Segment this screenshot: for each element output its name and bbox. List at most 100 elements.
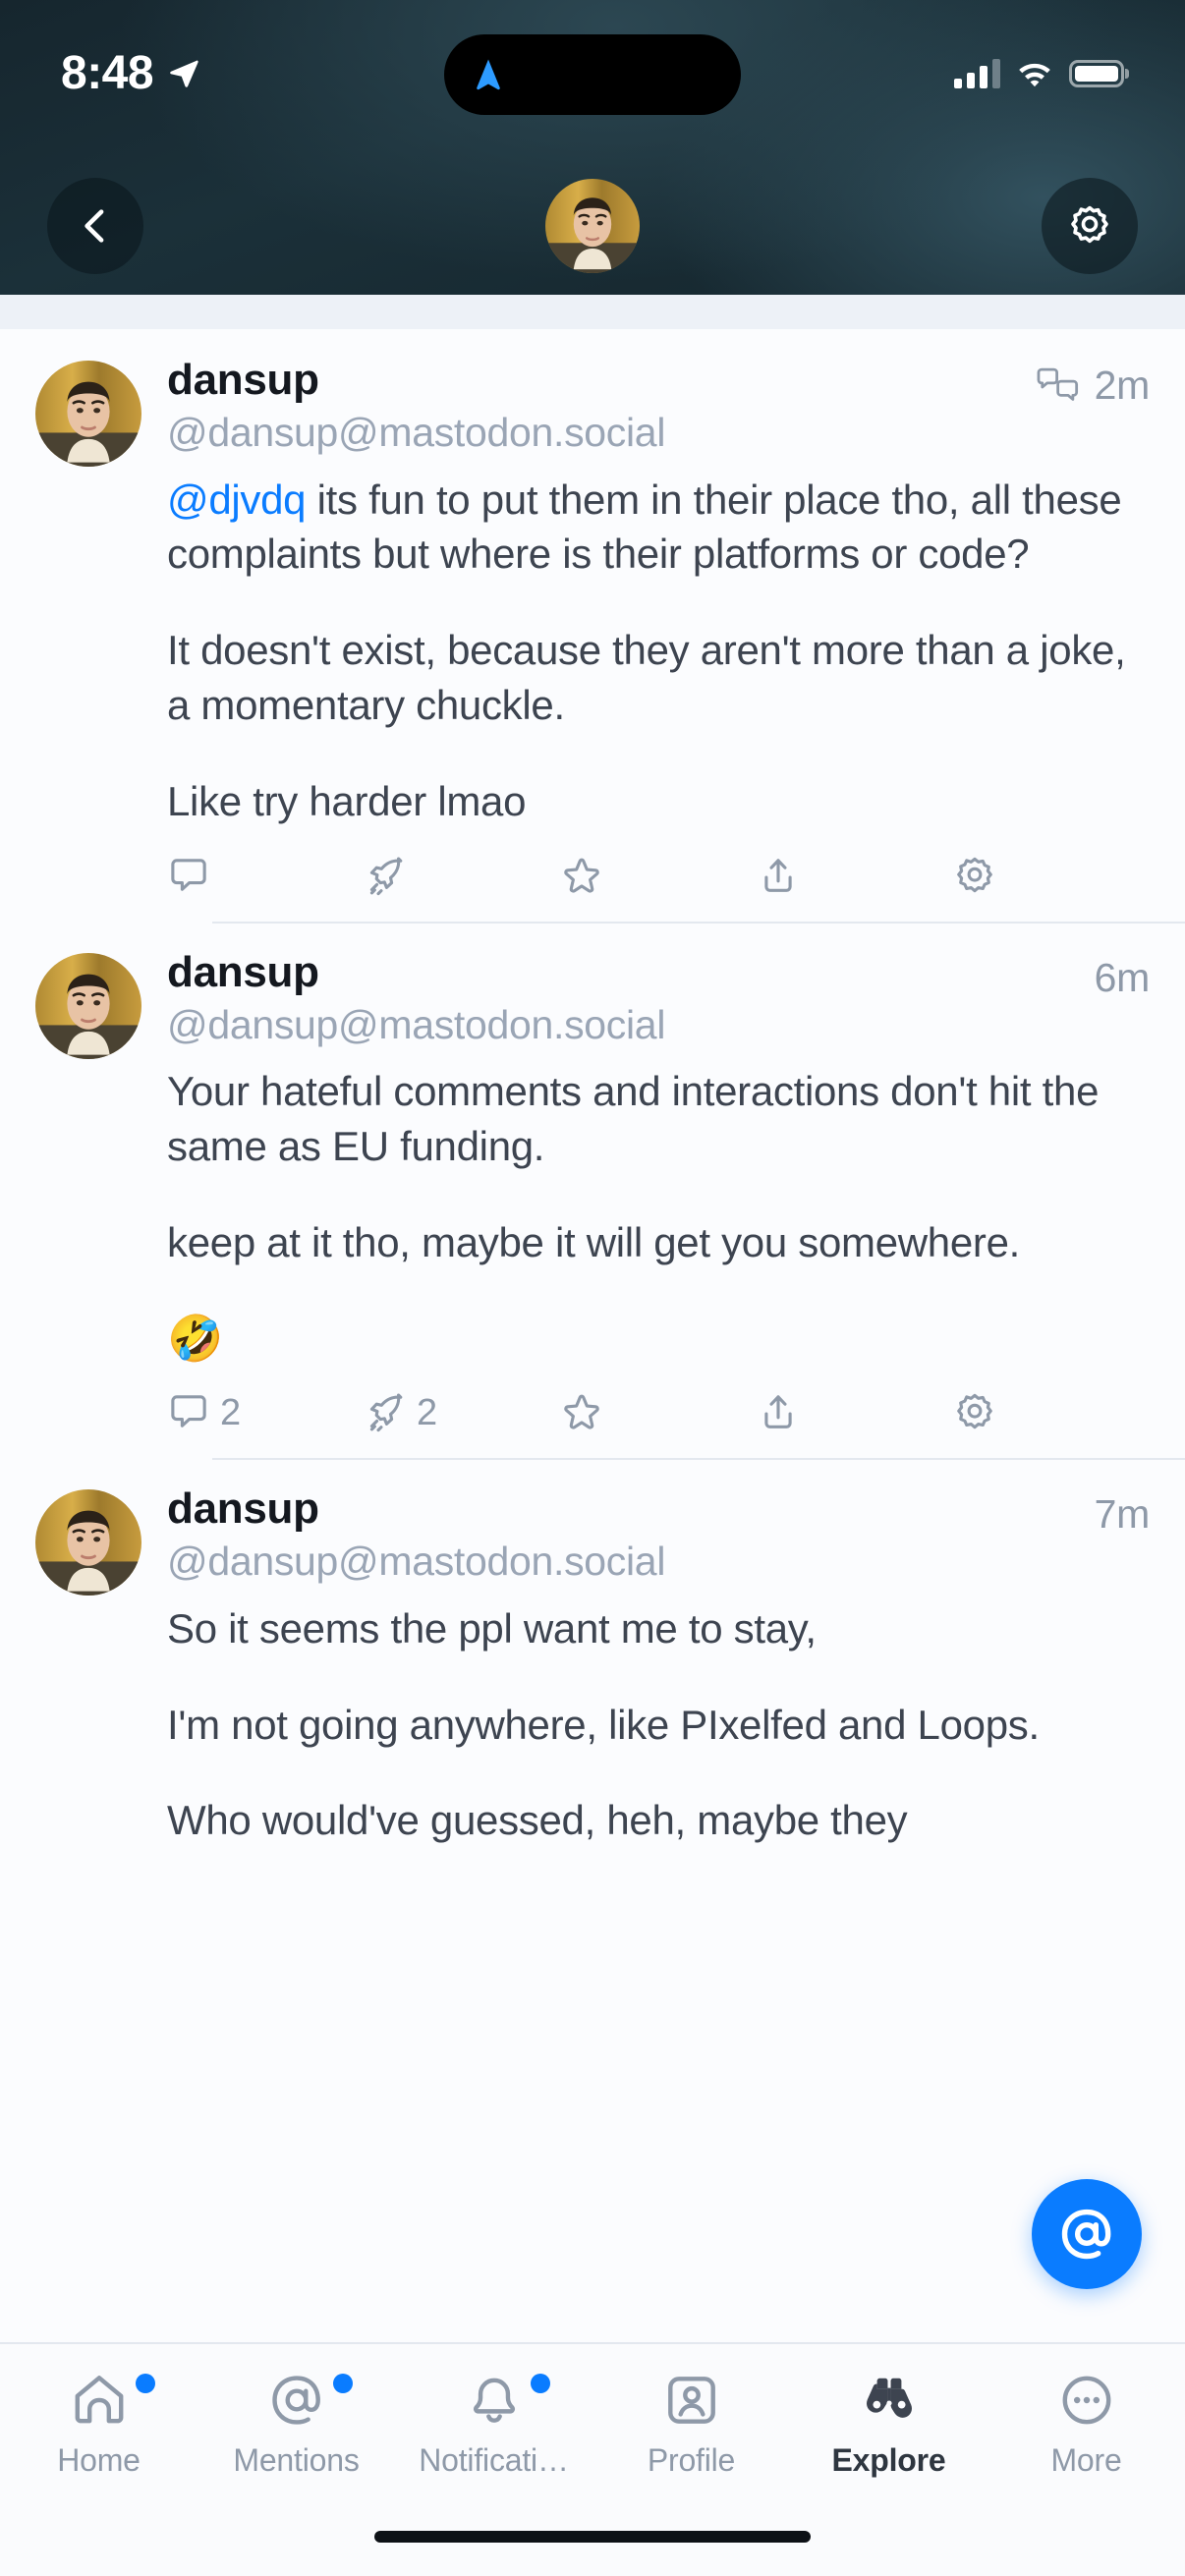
- at-sign-icon-wrap: [266, 2370, 353, 2431]
- tab-notifications-label: Notificati…: [419, 2442, 569, 2478]
- post-paragraph: So it seems the ppl want me to stay,: [167, 1604, 817, 1652]
- post-body: @djvdq its fun to put them in their plac…: [167, 473, 1150, 829]
- tab-home-label: Home: [57, 2442, 141, 2478]
- post-paragraph: It doesn't exist, because they aren't mo…: [167, 627, 1126, 729]
- binoculars-icon: [866, 2378, 912, 2418]
- mentions-badge-dot: [332, 2374, 353, 2393]
- avatar-image: [35, 952, 141, 1059]
- navigation-arrow-icon: [477, 59, 500, 90]
- post-item[interactable]: dansup @dansup@mastodon.social 7m So it …: [0, 1458, 1185, 1848]
- comment-button[interactable]: [167, 855, 364, 898]
- post-meta: 2m: [1036, 355, 1150, 409]
- cellular-signal-icon: [954, 59, 1000, 88]
- post-emoji: 🤣: [167, 1313, 223, 1364]
- share-button[interactable]: [757, 855, 953, 898]
- home-badge-dot: [135, 2374, 155, 2393]
- post-divider: [212, 921, 1185, 924]
- share-button[interactable]: [757, 1391, 953, 1434]
- notifications-badge-dot: [530, 2374, 550, 2393]
- favourite-button[interactable]: [560, 1391, 757, 1434]
- post-item[interactable]: dansup @dansup@mastodon.social 2m @djvdq…: [0, 329, 1185, 922]
- user-card-icon: [667, 2377, 715, 2424]
- post-timestamp: 7m: [1094, 1491, 1151, 1538]
- tab-more-label: More: [1050, 2442, 1122, 2478]
- tab-explore-label: Explore: [831, 2442, 946, 2478]
- post-paragraph: @djvdq its fun to put them in their plac…: [167, 473, 1150, 583]
- binoculars-icon-wrap: [859, 2370, 920, 2431]
- post-paragraph-text: its fun to put them in their place tho, …: [167, 476, 1122, 578]
- bell-icon-wrap: [464, 2370, 550, 2431]
- post-paragraph: Who would've guessed, heh, maybe they: [167, 1797, 908, 1844]
- avatar-image: [35, 1489, 141, 1596]
- back-button[interactable]: [47, 178, 143, 274]
- header-bottom-spacer: [0, 295, 1185, 329]
- tab-home[interactable]: Home: [0, 2370, 198, 2479]
- post-paragraph: Your hateful comments and interactions d…: [167, 1068, 1100, 1170]
- share-icon: [764, 1395, 792, 1429]
- post-handle[interactable]: @dansup@mastodon.social: [167, 408, 1036, 459]
- header-profile-avatar[interactable]: [545, 179, 640, 273]
- boost-button[interactable]: 2: [364, 1391, 560, 1434]
- avatar-image: [545, 179, 640, 273]
- comment-button[interactable]: 2: [167, 1391, 364, 1434]
- mention-link[interactable]: @djvdq: [167, 476, 307, 523]
- boost-button[interactable]: [364, 855, 560, 898]
- rocket-boost-icon: [369, 1393, 403, 1432]
- star-icon: [564, 858, 599, 893]
- settings-button[interactable]: [1042, 178, 1138, 274]
- more-button[interactable]: [953, 855, 1150, 898]
- home-icon-wrap: [69, 2370, 155, 2431]
- post-body: Your hateful comments and interactions d…: [167, 1064, 1150, 1366]
- compose-mention-fab[interactable]: [1032, 2179, 1142, 2289]
- favourite-button[interactable]: [560, 855, 757, 898]
- ellipsis-circle-icon-wrap: [1056, 2370, 1117, 2431]
- at-sign-icon: [1061, 2209, 1111, 2260]
- avatar[interactable]: [35, 952, 141, 1059]
- tab-explore[interactable]: Explore: [790, 2370, 988, 2479]
- ellipsis-circle-icon: [1062, 2376, 1110, 2425]
- dynamic-island: [444, 34, 741, 115]
- status-bar-clock: 8:48: [61, 47, 154, 99]
- home-icon: [75, 2376, 123, 2424]
- tab-more[interactable]: More: [988, 2370, 1185, 2479]
- status-bar-left: 8:48: [61, 50, 200, 97]
- post-timestamp: 2m: [1094, 363, 1151, 408]
- post-handle[interactable]: @dansup@mastodon.social: [167, 1000, 1095, 1051]
- post-display-name[interactable]: dansup: [167, 355, 1036, 406]
- rocket-boost-icon: [369, 857, 403, 896]
- post-meta: 7m: [1094, 1484, 1151, 1538]
- more-button[interactable]: [953, 1391, 1150, 1434]
- tab-mentions[interactable]: Mentions: [198, 2370, 395, 2479]
- post-handle[interactable]: @dansup@mastodon.social: [167, 1537, 1095, 1588]
- avatar[interactable]: [35, 361, 141, 467]
- bell-icon: [473, 2378, 515, 2423]
- post-actions: 2 2: [167, 1391, 1150, 1458]
- comment-icon: [171, 859, 206, 891]
- post-feed[interactable]: dansup @dansup@mastodon.social 2m @djvdq…: [0, 329, 1185, 2576]
- comment-icon: [171, 1395, 206, 1428]
- boost-count: 2: [417, 1391, 437, 1433]
- gear-icon: [1071, 205, 1108, 244]
- post-body: So it seems the ppl want me to stay, I'm…: [167, 1601, 1150, 1849]
- at-sign-icon: [271, 2376, 320, 2425]
- avatar-image: [35, 361, 141, 467]
- tab-profile[interactable]: Profile: [592, 2370, 790, 2479]
- battery-full-icon: [1069, 60, 1124, 87]
- post-display-name[interactable]: dansup: [167, 947, 1095, 998]
- post-paragraph: I'm not going anywhere, like PIxelfed an…: [167, 1701, 1040, 1748]
- avatar[interactable]: [35, 1489, 141, 1596]
- post-item[interactable]: dansup @dansup@mastodon.social 6m Your h…: [0, 921, 1185, 1458]
- tab-profile-label: Profile: [647, 2442, 736, 2478]
- status-bar-right: [954, 59, 1124, 88]
- wifi-icon: [1019, 63, 1050, 87]
- post-display-name[interactable]: dansup: [167, 1484, 1095, 1535]
- post-paragraph: Like try harder lmao: [167, 778, 527, 824]
- navigation-header: [0, 157, 1185, 295]
- post-actions: [167, 855, 1150, 922]
- tab-notifications[interactable]: Notificati…: [395, 2370, 592, 2479]
- post-meta: 6m: [1095, 947, 1151, 1001]
- share-icon: [764, 859, 792, 892]
- gear-icon: [957, 857, 992, 893]
- gear-icon: [957, 1394, 992, 1429]
- star-icon: [564, 1394, 599, 1429]
